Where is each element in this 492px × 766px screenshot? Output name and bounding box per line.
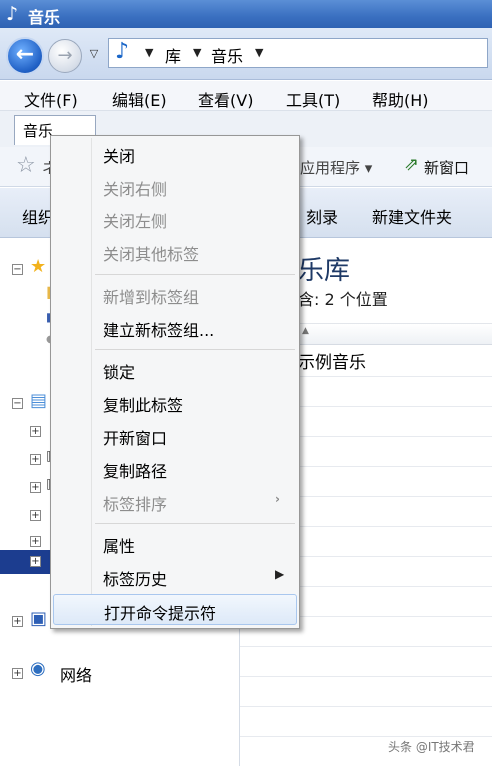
navigation-bar: ← → ▽ ♪ ▼ 库 ▼ 音乐 ▼ (0, 28, 492, 80)
menu-separator (95, 349, 295, 350)
menu-edit[interactable]: 编辑(E) (112, 87, 167, 111)
library-title: 乐库 (298, 256, 351, 286)
menu-item-label: 新增到标签组 (103, 288, 200, 307)
submenu-arrow-icon: ▶ (275, 567, 285, 581)
menu-item-close[interactable]: 关闭 (53, 138, 297, 169)
menu-item-label: 打开命令提示符 (104, 604, 217, 623)
menu-item-label: 复制此标签 (103, 396, 184, 415)
expand-toggle[interactable]: + (12, 616, 23, 627)
menu-separator (95, 274, 295, 275)
address-bar[interactable]: ♪ ▼ 库 ▼ 音乐 ▼ (108, 38, 488, 68)
menu-item-close-others[interactable]: 关闭其他标签 (53, 236, 297, 267)
menu-item-open-new-window[interactable]: 开新窗口 (53, 420, 297, 451)
menu-item-label: 建立新标签组... (103, 321, 215, 340)
row-divider (240, 736, 492, 737)
menu-item-open-command-prompt[interactable]: 打开命令提示符 (53, 594, 297, 625)
collapse-toggle[interactable]: − (12, 398, 23, 409)
applications-button[interactable]: 应用程序 ▾ (300, 157, 372, 178)
breadcrumb-arrow-icon[interactable]: ▼ (193, 46, 201, 59)
menu-help[interactable]: 帮助(H) (372, 87, 429, 111)
menu-item-copy-path[interactable]: 复制路径 (53, 453, 297, 484)
breadcrumb-music[interactable]: 音乐 (211, 43, 243, 67)
menu-item-label: 标签历史 (103, 570, 168, 589)
new-window-icon: ⇗ (404, 154, 420, 175)
menu-item-properties[interactable]: 属性 (53, 528, 297, 559)
expand-toggle[interactable]: + (12, 668, 23, 679)
menu-item-label: 属性 (103, 537, 136, 556)
menu-item-label: 锁定 (103, 363, 136, 382)
libraries-icon[interactable]: ▤ (30, 390, 47, 411)
chevron-down-icon: ▽ (89, 47, 99, 60)
expand-toggle[interactable]: + (30, 510, 41, 521)
back-button[interactable]: ← (6, 37, 44, 75)
tab-label: 音乐 (23, 122, 54, 140)
expand-toggle[interactable]: + (30, 426, 41, 437)
menu-item-label: 复制路径 (103, 462, 168, 481)
forward-button[interactable]: → (48, 39, 82, 73)
expand-toggle[interactable]: + (30, 454, 41, 465)
window-title: 音乐 (28, 8, 61, 27)
computer-icon[interactable]: ▣ (30, 608, 47, 629)
watermark: 头条 @IT技术君 (388, 740, 475, 754)
menu-item-sort-tabs[interactable]: 标签排序 › (53, 486, 297, 517)
network-label[interactable]: 网络 (60, 662, 92, 686)
star-icon[interactable]: ☆ (16, 153, 36, 178)
selected-music-library[interactable]: + (0, 550, 52, 574)
new-window-button[interactable]: 新窗口 (424, 157, 469, 178)
new-folder-button[interactable]: 新建文件夹 (372, 204, 452, 228)
row-divider (240, 706, 492, 707)
menu-tools[interactable]: 工具(T) (286, 87, 340, 111)
expand-toggle[interactable]: + (30, 556, 41, 567)
row-divider (240, 646, 492, 647)
tab-context-menu: 关闭 关闭右侧 关闭左侧 关闭其他标签 新增到标签组 建立新标签组... 锁定 … (50, 135, 300, 629)
sort-arrow-icon: ▲ (302, 326, 309, 336)
menu-item-duplicate-tab[interactable]: 复制此标签 (53, 387, 297, 418)
menu-file[interactable]: 文件(F) (24, 87, 78, 111)
menu-item-label: 关闭左侧 (103, 212, 168, 231)
arrow-right-icon: → (57, 45, 73, 66)
menu-item-lock[interactable]: 锁定 (53, 354, 297, 385)
favorites-star-icon[interactable]: ★ (30, 256, 46, 277)
menu-item-label: 关闭其他标签 (103, 245, 200, 264)
expand-toggle[interactable]: + (30, 482, 41, 493)
menu-item-label: 标签排序 (103, 495, 168, 514)
submenu-arrow-icon: › (275, 492, 280, 506)
expand-toggle[interactable]: + (30, 536, 41, 547)
music-note-icon: ♪ (6, 3, 19, 25)
menu-item-tab-history[interactable]: 标签历史 ▶ (53, 561, 297, 592)
menu-item-label: 开新窗口 (103, 429, 168, 448)
menu-separator (95, 523, 295, 524)
menu-item-new-group[interactable]: 建立新标签组... (53, 312, 297, 343)
menu-item-label: 关闭 (103, 147, 136, 166)
menu-item-close-right[interactable]: 关闭右侧 (53, 171, 297, 202)
menu-item-add-to-group[interactable]: 新增到标签组 (53, 279, 297, 310)
recent-pages-dropdown[interactable]: ▽ (86, 47, 102, 63)
menu-item-close-left[interactable]: 关闭左侧 (53, 203, 297, 234)
list-item[interactable]: 示例音乐 (298, 348, 366, 373)
breadcrumb-arrow-icon[interactable]: ▼ (145, 46, 153, 59)
menu-bar: 文件(F) 编辑(E) 查看(V) 工具(T) 帮助(H) (0, 81, 492, 111)
library-subtitle: 含: 2 个位置 (298, 290, 388, 309)
burn-button[interactable]: 刻录 (306, 204, 338, 228)
breadcrumb-arrow-icon[interactable]: ▼ (255, 46, 263, 59)
menu-view[interactable]: 查看(V) (198, 87, 253, 111)
title-bar: ♪ 音乐 (0, 0, 492, 28)
network-icon[interactable]: ◉ (30, 658, 46, 679)
arrow-left-icon: ← (15, 42, 35, 67)
collapse-toggle[interactable]: − (12, 264, 23, 275)
menu-item-label: 关闭右侧 (103, 180, 168, 199)
breadcrumb-library[interactable]: 库 (165, 43, 181, 67)
applications-label: 应用程序 (300, 159, 361, 177)
music-library-icon: ♪ (115, 39, 130, 64)
row-divider (240, 676, 492, 677)
